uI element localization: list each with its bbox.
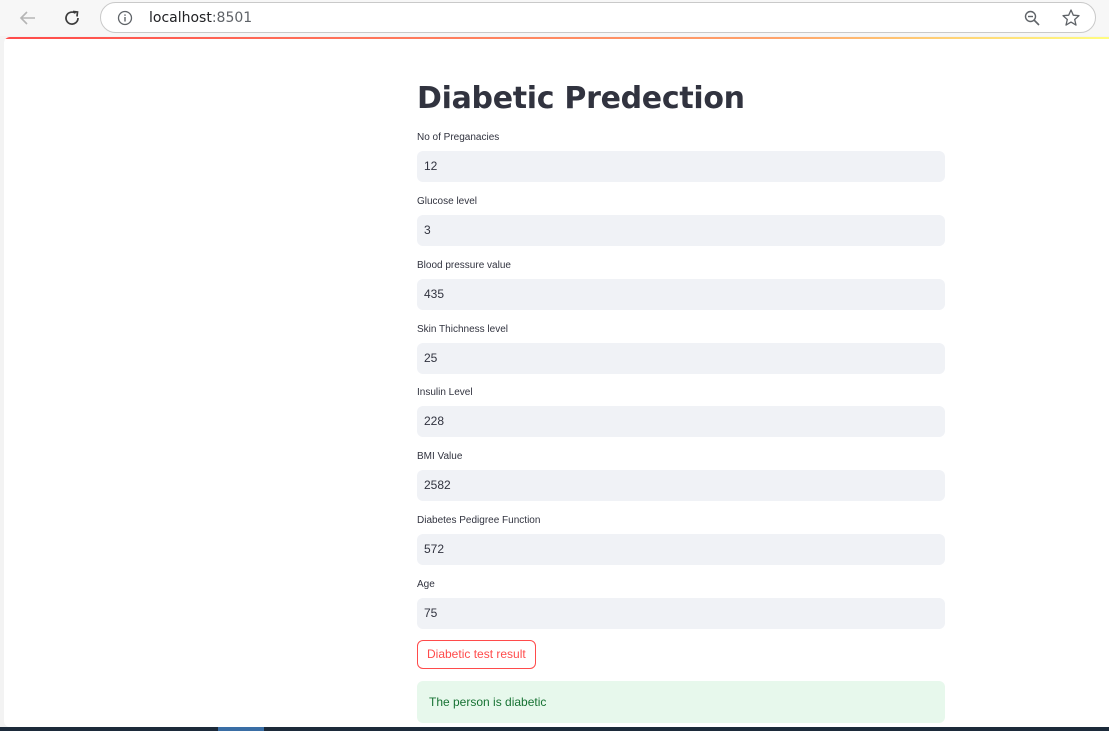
header-decoration [4,37,1109,39]
field-label: Age [417,579,435,590]
star-icon[interactable] [1061,8,1081,28]
success-alert: The person is diabetic [417,681,945,723]
back-arrow-icon [19,11,35,25]
insulin-field: Insulin Level [417,386,945,437]
field-label: Blood pressure value [417,260,511,271]
address-bar[interactable]: localhost:8501 [100,2,1096,33]
glucose-field: Glucose level [417,195,945,246]
pedigree-field: Diabetes Pedigree Function [417,514,945,565]
zoom-out-icon[interactable] [1023,9,1041,27]
skin-thickness-input[interactable] [417,343,945,374]
field-label: Skin Thichness level [417,324,508,335]
back-button[interactable] [14,4,42,32]
page-title: Diabetic Predection [417,81,745,116]
info-icon[interactable] [117,10,133,26]
pregnancies-input[interactable] [417,151,945,182]
app-viewport: Diabetic Predection No of Preganacies Gl… [4,37,1109,727]
browser-toolbar: localhost:8501 [0,0,1109,36]
bmi-field: BMI Value [417,450,945,501]
blood-pressure-input[interactable] [417,279,945,310]
reload-icon [65,10,79,25]
pregnancies-field: No of Preganacies [417,131,945,182]
url-port: :8501 [211,10,253,26]
taskbar [0,727,1109,731]
field-label: No of Preganacies [417,132,500,143]
main-content: Diabetic Predection No of Preganacies Gl… [417,77,945,723]
diabetic-test-result-button[interactable]: Diabetic test result [417,640,536,669]
age-input[interactable] [417,598,945,629]
field-label: Diabetes Pedigree Function [417,515,541,526]
glucose-input[interactable] [417,215,945,246]
field-label: BMI Value [417,451,463,462]
age-field: Age [417,578,945,629]
blood-pressure-field: Blood pressure value [417,259,945,310]
pedigree-input[interactable] [417,534,945,565]
field-label: Insulin Level [417,387,473,398]
insulin-input[interactable] [417,406,945,437]
url-text: localhost:8501 [149,10,252,26]
taskbar-active-item[interactable] [218,727,264,731]
url-host: localhost [149,10,212,26]
reload-button[interactable] [58,4,86,32]
field-label: Glucose level [417,196,478,207]
skin-thickness-field: Skin Thichness level [417,323,945,374]
bmi-input[interactable] [417,470,945,501]
